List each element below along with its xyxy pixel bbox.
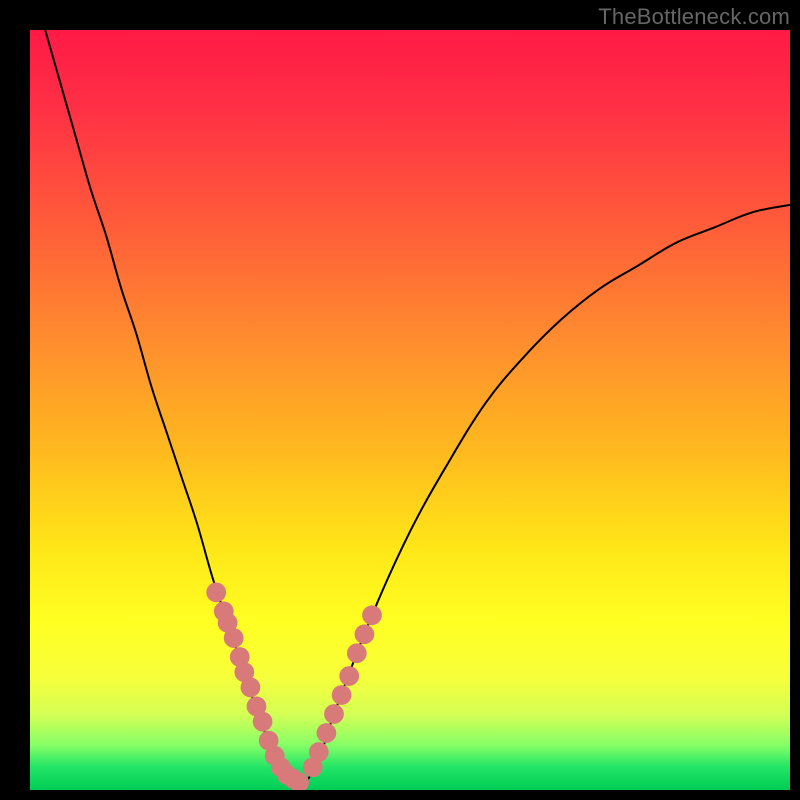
sample-dot <box>206 583 226 603</box>
sample-dot <box>317 723 337 743</box>
dots-layer <box>30 30 790 790</box>
sample-dot <box>253 712 273 732</box>
sample-dot <box>347 643 367 663</box>
sample-dot <box>309 742 329 762</box>
sample-dot <box>332 685 352 705</box>
sample-dot <box>241 678 261 698</box>
sample-dot <box>362 605 382 625</box>
watermark-text: TheBottleneck.com <box>598 4 790 30</box>
sample-dot <box>355 624 375 644</box>
dots-svg <box>30 30 790 790</box>
sample-dot <box>339 666 359 686</box>
stage: TheBottleneck.com <box>0 0 800 800</box>
sample-dot <box>224 628 244 648</box>
sample-dot <box>324 704 344 724</box>
sample-dots <box>206 583 382 790</box>
plot-area <box>30 30 790 790</box>
